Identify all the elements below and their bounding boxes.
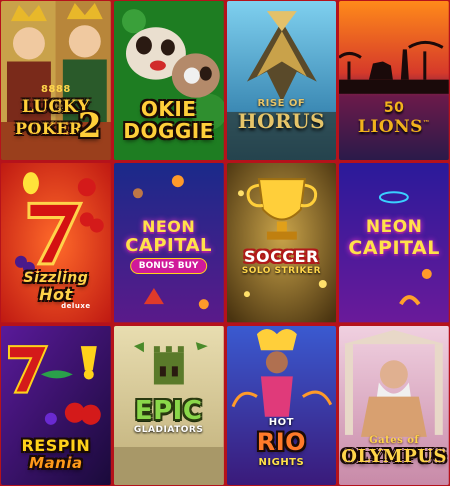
50-lions-name: LIONS bbox=[357, 117, 423, 137]
sizzling-hot-subtitle: deluxe bbox=[61, 302, 91, 311]
respin-mania-title-line1: RESPIN bbox=[21, 435, 91, 455]
lucky-poker-badge: 2 bbox=[77, 106, 103, 146]
neon-capital-title-line1: NEON bbox=[365, 217, 423, 238]
respin-mania-title-line2: Mania bbox=[29, 453, 83, 472]
sizzling-hot-title-line2: Hot bbox=[39, 285, 73, 305]
50-lions-title: LIONS™ bbox=[339, 119, 449, 136]
lucky-poker-digits: 8888 bbox=[40, 84, 71, 95]
game-tile-okie-doggie[interactable]: OKIE DOGGIE bbox=[113, 1, 224, 161]
game-tile-respin-mania[interactable]: RESPIN Mania bbox=[1, 325, 111, 485]
okie-doggie-title-line1: OKIE bbox=[140, 97, 197, 121]
rise-of-horus-title-line1: RISE OF bbox=[257, 98, 306, 109]
neon-capital-bonus-title-line1: NEON bbox=[141, 217, 196, 237]
game-tile-gates-of-olympus[interactable]: Gates of OLYMPUS bbox=[339, 325, 449, 485]
game-tile-hot-rio-nights[interactable]: HOT RIO NIGHTS bbox=[226, 325, 337, 485]
gates-of-olympus-title-line1: Gates of bbox=[369, 434, 420, 446]
game-grid: 8888 LUCKY POKER 2 OKIE DOGGIE RISE OF H… bbox=[1, 1, 449, 485]
hot-rio-nights-title-line1: HOT bbox=[268, 416, 294, 428]
game-tile-rise-of-horus[interactable]: RISE OF HORUS bbox=[226, 1, 337, 161]
neon-capital-title-line2: CAPITAL bbox=[348, 237, 440, 260]
game-tile-lucky-poker[interactable]: 8888 LUCKY POKER 2 bbox=[1, 1, 111, 161]
sizzling-hot-title-line1: Sizzling bbox=[23, 270, 89, 287]
soccer-subtitle: SOLO STRIKER bbox=[241, 266, 322, 277]
gates-of-olympus-title-line2: OLYMPUS bbox=[341, 445, 447, 467]
hot-rio-nights-title-line3: NIGHTS bbox=[258, 456, 305, 468]
game-tile-sizzling-hot[interactable]: Sizzling Hot deluxe bbox=[1, 163, 111, 323]
rise-of-horus-artwork bbox=[226, 1, 337, 161]
game-tile-neon-capital[interactable]: NEON CAPITAL bbox=[339, 163, 449, 323]
epic-gladiators-title-line2: GLADIATORS bbox=[133, 424, 204, 435]
neon-capital-bonus-title-line2: CAPITAL bbox=[125, 235, 213, 257]
bonus-buy-badge: BONUS BUY bbox=[129, 258, 208, 275]
50-lions-trademark: ™ bbox=[422, 118, 431, 127]
game-tile-neon-capital-bonus-buy[interactable]: NEON CAPITAL BONUS BUY bbox=[113, 163, 224, 323]
soccer-title: SOCCER bbox=[243, 247, 319, 267]
rise-of-horus-title-line2: HORUS bbox=[237, 109, 326, 133]
game-tile-50-lions[interactable]: 50 LIONS™ bbox=[339, 1, 449, 161]
okie-doggie-title-line2: DOGGIE bbox=[123, 119, 214, 143]
game-tile-epic-gladiators[interactable]: EPIC GLADIATORS bbox=[113, 325, 224, 485]
hot-rio-nights-title-line2: RIO bbox=[256, 427, 307, 456]
soccer-artwork bbox=[226, 163, 337, 323]
50-lions-number: 50 bbox=[383, 100, 405, 116]
game-tile-soccer-solo-striker[interactable]: SOCCER SOLO STRIKER bbox=[226, 163, 337, 323]
epic-gladiators-title-line1: EPIC bbox=[134, 395, 203, 426]
